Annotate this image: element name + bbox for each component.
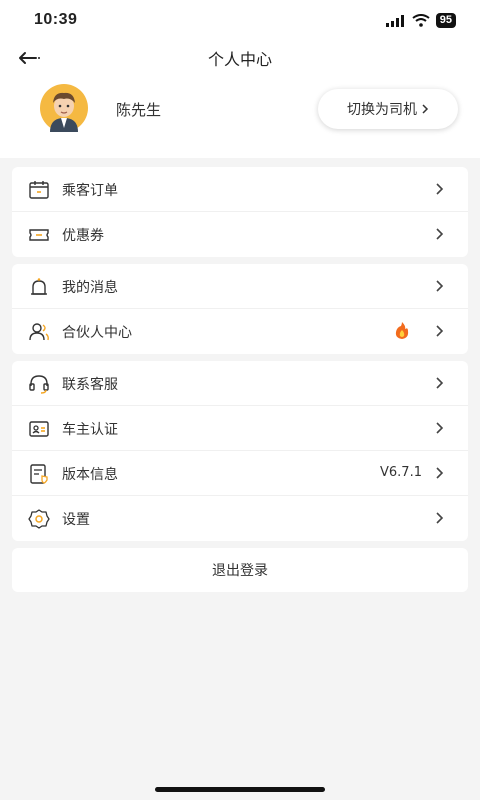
menu-group-orders: 乘客订单 优惠券 (12, 167, 468, 257)
menu-item-owner-verification[interactable]: 车主认证 (12, 406, 468, 451)
avatar[interactable] (32, 84, 96, 132)
user-name: 陈先生 (116, 101, 162, 119)
menu-item-coupons[interactable]: 优惠券 (12, 212, 468, 257)
ticket-icon (29, 229, 49, 241)
switch-button-label: 切换为司机 (347, 102, 417, 118)
menu-item-passenger-orders[interactable]: 乘客订单 (12, 167, 468, 212)
menu-item-label: 合伙人中心 (62, 325, 132, 341)
chevron-right-icon (422, 104, 429, 114)
menu-group-service: 联系客服 车主认证 版本信息 V6.7.1 设置 (12, 361, 468, 541)
status-icons: 95 (385, 13, 456, 28)
menu-item-label: 车主认证 (62, 422, 118, 438)
status-time: 10:39 (34, 11, 78, 28)
home-indicator[interactable] (155, 787, 325, 792)
partner-icon (29, 323, 49, 341)
bell-icon (31, 278, 47, 295)
calendar-icon (29, 181, 49, 199)
page-title: 个人中心 (207, 50, 272, 69)
menu-item-label: 乘客订单 (62, 183, 118, 199)
menu-item-partner-center[interactable]: 合伙人中心 (12, 309, 468, 354)
signal-icon (385, 14, 404, 27)
avatar-icon (40, 84, 88, 132)
logout-label: 退出登录 (212, 563, 268, 579)
chevron-right-icon (436, 228, 444, 240)
menu-item-settings[interactable]: 设置 (12, 496, 468, 541)
battery-indicator: 95 (435, 13, 456, 28)
headset-icon (29, 375, 49, 394)
version-value: V6.7.1 (380, 465, 422, 480)
menu-item-customer-service[interactable]: 联系客服 (12, 361, 468, 406)
chevron-right-icon (436, 467, 444, 479)
menu-item-label: 我的消息 (62, 280, 118, 296)
wifi-icon (412, 14, 430, 27)
status-bar: 10:39 95 (0, 0, 480, 44)
id-card-icon (29, 421, 49, 437)
switch-to-driver-button[interactable]: 切换为司机 (318, 89, 458, 129)
nav-bar: 个人中心 (0, 40, 480, 76)
menu-item-label: 版本信息 (62, 467, 118, 483)
info-doc-icon (30, 464, 48, 484)
menu-item-my-messages[interactable]: 我的消息 (12, 264, 468, 309)
chevron-right-icon (436, 377, 444, 389)
menu-item-label: 优惠券 (62, 228, 104, 244)
chevron-right-icon (436, 183, 444, 195)
menu-item-label: 联系客服 (62, 377, 118, 393)
gear-icon (28, 509, 50, 529)
menu-item-label: 设置 (62, 512, 90, 528)
header: 10:39 95 个人中心 陈先生 切换为司机 (0, 0, 480, 158)
chevron-right-icon (436, 325, 444, 337)
fire-icon (395, 322, 409, 339)
menu-item-version-info[interactable]: 版本信息 V6.7.1 (12, 451, 468, 496)
chevron-right-icon (436, 512, 444, 524)
chevron-right-icon (436, 280, 444, 292)
chevron-right-icon (436, 422, 444, 434)
logout-button[interactable]: 退出登录 (12, 548, 468, 592)
menu-group-messages: 我的消息 合伙人中心 (12, 264, 468, 354)
